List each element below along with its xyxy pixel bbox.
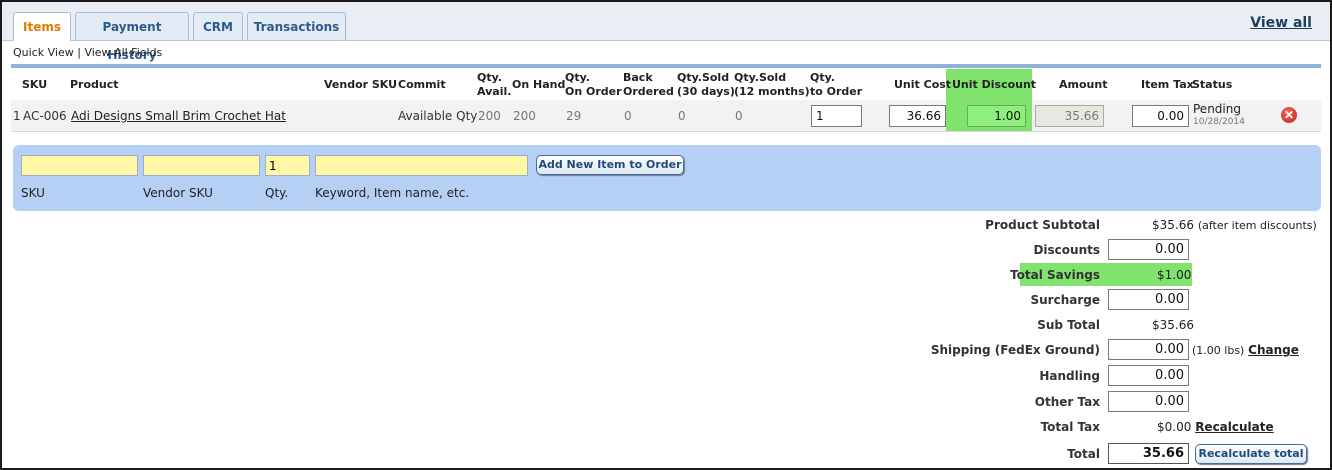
- col-item-tax: Item Tax: [1141, 78, 1194, 91]
- back-ordered-value: 0: [624, 109, 632, 123]
- unit-cost-input[interactable]: [889, 105, 946, 127]
- other-tax-input[interactable]: [1108, 391, 1189, 412]
- surcharge-input[interactable]: [1108, 289, 1189, 310]
- total-savings-value: $1.00: [1157, 268, 1192, 282]
- status-date: 10/28/2014: [1193, 117, 1245, 127]
- col-sku: SKU: [22, 78, 48, 91]
- col-status: Status: [1192, 78, 1233, 91]
- new-qty-input[interactable]: [265, 155, 310, 176]
- total-label: Total: [1067, 447, 1100, 461]
- col-amount: Amount: [1059, 78, 1108, 91]
- product-subtotal-value: $35.66 (after item discounts): [1152, 218, 1317, 232]
- view-separator: |: [77, 46, 81, 59]
- status-text: Pending: [1193, 102, 1241, 116]
- add-new-item-button[interactable]: Add New Item to Order: [536, 155, 684, 175]
- col-product: Product: [70, 78, 119, 91]
- col-qty-to-order: Qty. to Order: [810, 71, 863, 98]
- col-on-hand: On Hand: [512, 78, 566, 91]
- delete-item-icon[interactable]: ✕: [1281, 107, 1297, 123]
- on-hand-value: 200: [513, 109, 536, 123]
- col-qty-sold-12: Qty.Sold (12 months): [734, 71, 810, 98]
- grid-top-border: [11, 64, 1321, 68]
- new-vendor-sku-input[interactable]: [143, 155, 260, 176]
- keyword-label: Keyword, Item name, etc.: [315, 186, 470, 200]
- recalculate-link[interactable]: Recalculate: [1195, 420, 1273, 434]
- view-all-link[interactable]: View all: [1250, 15, 1312, 31]
- total-tax-label: Total Tax: [1040, 420, 1100, 434]
- handling-input[interactable]: [1108, 365, 1189, 386]
- item-status: Pending 10/28/2014: [1193, 103, 1245, 129]
- tab-crm[interactable]: CRM: [193, 12, 243, 40]
- total-tax-value: $0.00 Recalculate: [1157, 420, 1274, 434]
- view-all-fields-link[interactable]: View All Fields: [84, 46, 162, 59]
- col-unit-cost: Unit Cost: [894, 78, 952, 91]
- vendor-sku-label: Vendor SKU: [143, 186, 213, 200]
- qty-label: Qty.: [265, 186, 289, 200]
- col-unit-discount: Unit Discount: [952, 78, 1037, 91]
- new-sku-input[interactable]: [21, 155, 138, 176]
- tab-transactions[interactable]: Transactions: [247, 12, 346, 40]
- qty-to-order-input[interactable]: [811, 105, 862, 127]
- handling-label: Handling: [1039, 369, 1100, 383]
- commit-value: Available Qty: [398, 109, 478, 123]
- shipping-change-link[interactable]: Change: [1248, 343, 1299, 357]
- col-commit: Commit: [398, 78, 446, 91]
- surcharge-label: Surcharge: [1030, 293, 1100, 307]
- qty-sold-12-value: 0: [735, 109, 743, 123]
- product-subtotal-amount: $35.66: [1152, 218, 1194, 232]
- shipping-label: Shipping (FedEx Ground): [930, 343, 1100, 357]
- product-name[interactable]: Adi Designs Small Brim Crochet Hat: [71, 109, 286, 123]
- discounts-input[interactable]: [1108, 239, 1189, 260]
- tab-payment-history[interactable]: Payment History: [75, 12, 189, 62]
- sku-label: SKU: [21, 186, 45, 200]
- shipping-input[interactable]: [1108, 339, 1189, 360]
- qty-sold-30-value: 0: [678, 109, 686, 123]
- item-sku: AC-006: [23, 109, 67, 123]
- order-items-panel: Items Payment History CRM Transactions V…: [0, 0, 1332, 470]
- shipping-extra: (1.00 lbs) Change: [1192, 343, 1299, 357]
- view-toggle: Quick View | View All Fields: [13, 46, 162, 59]
- qty-on-order-value: 29: [566, 109, 582, 123]
- tab-bar: Items Payment History CRM Transactions V…: [2, 2, 1330, 62]
- col-vendor-sku: Vendor SKU: [324, 78, 398, 91]
- line-number: 1: [13, 109, 21, 123]
- product-link[interactable]: Adi Designs Small Brim Crochet Hat: [71, 109, 286, 123]
- sub-total-value: $35.66: [1152, 318, 1194, 332]
- recalculate-total-button[interactable]: Recalculate total: [1195, 444, 1307, 464]
- shipping-weight: (1.00 lbs): [1192, 344, 1245, 357]
- total-savings-label: Total Savings: [1010, 268, 1100, 282]
- col-back-ordered: Back Ordered: [623, 71, 674, 98]
- item-tax-input[interactable]: [1132, 105, 1189, 127]
- other-tax-label: Other Tax: [1034, 395, 1100, 409]
- total-tax-amount: $0.00: [1157, 420, 1192, 434]
- discounts-label: Discounts: [1033, 243, 1100, 257]
- quick-view-link[interactable]: Quick View: [13, 46, 74, 59]
- sub-total-label: Sub Total: [1037, 318, 1100, 332]
- total-input[interactable]: [1108, 443, 1189, 464]
- product-subtotal-note: (after item discounts): [1197, 219, 1317, 232]
- col-qty-avail: Qty. Avail.: [477, 71, 512, 98]
- col-qty-on-order: Qty. On Order: [565, 71, 622, 98]
- tab-items[interactable]: Items: [13, 12, 71, 41]
- qty-avail-value: 200: [478, 109, 501, 123]
- product-subtotal-label: Product Subtotal: [985, 218, 1100, 232]
- col-qty-sold-30: Qty.Sold (30 days): [677, 71, 735, 98]
- unit-discount-input[interactable]: [967, 105, 1026, 127]
- amount-field: [1035, 105, 1104, 127]
- keyword-search-input[interactable]: [315, 155, 528, 176]
